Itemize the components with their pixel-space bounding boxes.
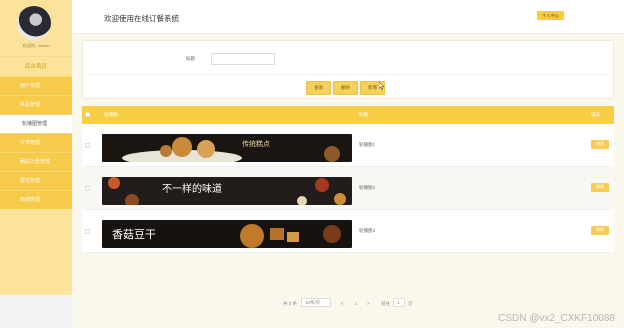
row-title: 轮播图1: [359, 142, 376, 147]
row-checkbox[interactable]: [85, 186, 90, 191]
sidebar-item-home[interactable]: 后台首页: [0, 56, 72, 76]
row-checkbox[interactable]: [85, 143, 90, 148]
sidebar-footer: [0, 295, 72, 328]
table-row: 传统糕点 轮播图1 修改: [82, 124, 614, 167]
mouse-cursor-icon: [379, 82, 385, 90]
banner-caption: 传统糕点: [242, 139, 270, 148]
sidebar-item-carousel[interactable]: 轮播图管理: [0, 114, 72, 133]
sidebar-item-mall[interactable]: 商城管理: [0, 190, 72, 209]
pagination-total: 共 3 条: [283, 301, 298, 306]
select-all-checkbox[interactable]: [85, 112, 90, 117]
column-header-title: 标题: [359, 112, 368, 117]
column-header-image: 轮播图: [104, 112, 118, 117]
query-button[interactable]: 查询: [306, 81, 331, 95]
banner-image: 香菇豆干: [102, 220, 352, 248]
table-header: 轮播图 标题 操作: [82, 106, 614, 124]
table-row: 不一样的味道 轮播图2 修改: [82, 167, 614, 210]
banner-image: 不一样的味道: [102, 177, 352, 205]
banner-caption: 不一样的味道: [162, 182, 222, 195]
sidebar-item-announcements[interactable]: 网站公告管理: [0, 152, 72, 171]
pagination: 共 3 条 10条/页 < 1 > 前往 1 页: [72, 298, 624, 310]
carousel-table: 轮播图 标题 操作 传统糕点 轮播图1 修改 不一样的味道 轮播图2 修改 香菇…: [82, 106, 614, 253]
sidebar-item-messages[interactable]: 留言管理: [0, 171, 72, 190]
prev-page-button[interactable]: <: [341, 301, 344, 306]
page-title: 欢迎使用在线订餐系统: [104, 14, 179, 23]
divider: [89, 74, 607, 75]
edit-button[interactable]: 修改: [591, 226, 609, 235]
delete-button[interactable]: 删除: [333, 81, 358, 95]
profile-name: 欢迎你，admin: [22, 43, 50, 48]
edit-button[interactable]: 修改: [591, 183, 609, 192]
sidebar: 欢迎你，admin 后台首页 用户管理 菜品管理 轮播图管理 订单管理 网站公告…: [0, 0, 72, 295]
edit-button[interactable]: 修改: [591, 140, 609, 149]
sidebar-item-orders[interactable]: 订单管理: [0, 133, 72, 152]
main-content: 标题 查询 删除 新增 轮播图 标题 操作 传统糕点 轮播图1 修改 不一样的味…: [72, 34, 624, 328]
title-search-label: 标题: [186, 56, 195, 61]
next-page-button[interactable]: >: [367, 301, 370, 306]
goto-label: 前往: [381, 301, 390, 306]
search-panel: 标题 查询 删除 新增: [82, 40, 614, 99]
banner-caption: 香菇豆干: [112, 227, 156, 241]
page-unit-label: 页: [408, 301, 413, 306]
user-center-button[interactable]: 个人中心: [537, 11, 564, 20]
page-size-select[interactable]: 10条/页: [301, 298, 331, 307]
profile-area: 欢迎你，admin: [0, 0, 72, 56]
current-page[interactable]: 1: [355, 301, 358, 306]
row-checkbox[interactable]: [85, 229, 90, 234]
sidebar-item-users[interactable]: 用户管理: [0, 76, 72, 95]
table-row: 香菇豆干 轮播图3 修改: [82, 210, 614, 253]
goto-page-input[interactable]: 1: [393, 298, 405, 307]
row-title: 轮播图2: [359, 185, 376, 190]
row-title: 轮播图3: [359, 228, 376, 233]
header: 欢迎使用在线订餐系统 个人中心: [72, 0, 624, 34]
banner-image: 传统糕点: [102, 134, 352, 162]
sidebar-item-dishes[interactable]: 菜品管理: [0, 95, 72, 114]
title-search-input[interactable]: [211, 53, 275, 65]
column-header-actions: 操作: [591, 112, 600, 117]
avatar[interactable]: [17, 6, 51, 40]
watermark: CSDN @vx2_CXKF10088: [498, 313, 615, 324]
